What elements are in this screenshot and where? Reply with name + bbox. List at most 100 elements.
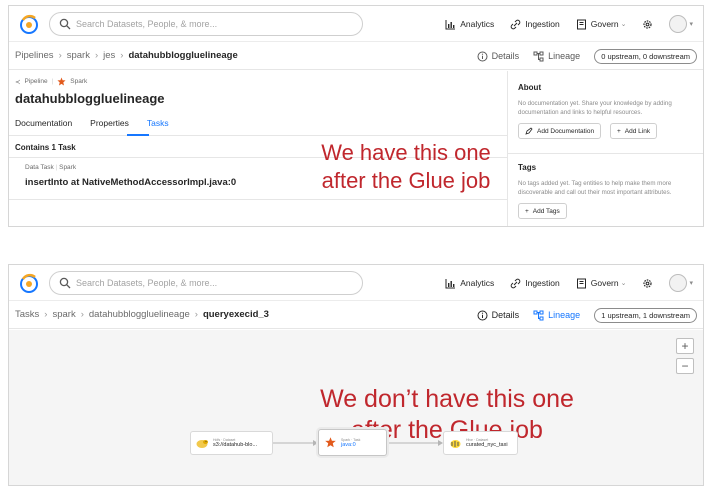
breadcrumb-item[interactable]: Pipelines (15, 50, 54, 61)
govern-menu[interactable]: Govern ⌄ (576, 19, 627, 30)
info-icon (477, 310, 488, 320)
breadcrumb: Pipelines › spark › jes › datahubbloggluelinea… (15, 50, 238, 61)
govern-label: Govern (590, 278, 619, 288)
tags-heading: Tags (518, 163, 537, 172)
zoom-out-button[interactable]: − (676, 358, 694, 374)
contains-heading: Contains 1 Task (15, 143, 76, 152)
edit-icon (525, 127, 533, 135)
lineage-canvas[interactable]: + − We don’t have this one after the Glu… (9, 330, 703, 485)
lineage-node-upstream[interactable]: Hdfs · Dataset s3://datahub-blo... (190, 431, 273, 455)
node-name: curated_nyc_taxi (466, 442, 508, 448)
stream-count-badge[interactable]: 0 upstream, 0 downstream (594, 48, 697, 64)
ingestion-link[interactable]: Ingestion (510, 19, 560, 30)
breadcrumb-item[interactable]: datahubbloggluelineage (89, 309, 190, 320)
link-icon (510, 278, 521, 288)
task-type: Data Task (25, 164, 54, 171)
lineage-icon (533, 310, 544, 320)
add-documentation-button[interactable]: Add Documentation (518, 123, 602, 139)
settings-button[interactable] (642, 278, 653, 289)
book-icon (576, 19, 586, 29)
tab-tasks[interactable]: Tasks (147, 118, 169, 128)
spark-icon (325, 437, 336, 448)
node-name: java:0 (341, 441, 356, 448)
about-heading: About (518, 83, 542, 92)
hive-bee-icon (450, 439, 461, 448)
entity-type: Pipeline (24, 78, 48, 85)
lineage-node-selected[interactable]: Spark · Task java:0 (318, 429, 387, 456)
avatar (669, 15, 688, 33)
info-icon (477, 51, 488, 61)
lineage-node-downstream[interactable]: Hive · Dataset curated_nyc_taxi (443, 431, 518, 455)
bar-chart-icon (445, 19, 456, 29)
tab-lineage[interactable]: Lineage (533, 51, 580, 62)
zoom-in-button[interactable]: + (676, 338, 694, 354)
analytics-label: Analytics (460, 278, 495, 288)
analytics-label: Analytics (460, 19, 495, 29)
gear-icon (643, 278, 653, 288)
chevron-down-icon: ▾ (689, 280, 693, 287)
add-link-label: Add Link (624, 127, 651, 135)
tab-details-label: Details (491, 51, 520, 61)
top-nav: Search Datasets, People, & more... Analy… (9, 6, 703, 42)
task-name-link[interactable]: insertInto at NativeMethodAccessorImpl.j… (25, 177, 236, 188)
datahub-logo-icon[interactable] (17, 12, 41, 36)
breadcrumb-item[interactable]: spark (67, 50, 90, 61)
divider (9, 199, 507, 200)
chevron-down-icon: ⌄ (620, 21, 627, 28)
breadcrumb-current: queryexecid_3 (202, 309, 269, 320)
analytics-link[interactable]: Analytics (445, 19, 494, 30)
search-icon (59, 277, 71, 289)
govern-label: Govern (590, 19, 619, 29)
tags-text: No tags added yet. Tag entities to help … (518, 180, 672, 196)
task-meta: Data Task | Spark (25, 164, 77, 171)
task-screenshot-panel: Search Datasets, People, & more... Analy… (8, 264, 704, 486)
ingestion-label: Ingestion (525, 19, 560, 29)
task-platform: Spark (59, 164, 77, 171)
datahub-logo-icon[interactable] (17, 271, 41, 295)
breadcrumb-item[interactable]: Tasks (15, 309, 39, 320)
tab-lineage[interactable]: Lineage (533, 310, 580, 321)
tab-details-label: Details (491, 310, 520, 320)
user-menu[interactable]: ▾ (669, 274, 693, 292)
ingestion-label: Ingestion (525, 278, 560, 288)
tab-documentation[interactable]: Documentation (15, 118, 72, 128)
lineage-icon (533, 51, 544, 61)
chevron-down-icon: ⌄ (620, 280, 627, 287)
search-input[interactable]: Search Datasets, People, & more... (49, 12, 363, 36)
add-link-button[interactable]: + Add Link (610, 123, 658, 139)
tab-lineage-label: Lineage (548, 51, 581, 61)
bar-chart-icon (445, 278, 456, 288)
govern-menu[interactable]: Govern ⌄ (576, 278, 627, 289)
divider (9, 135, 507, 136)
search-placeholder: Search Datasets, People, & more... (76, 278, 218, 288)
gear-icon (643, 19, 653, 29)
settings-button[interactable] (642, 19, 653, 30)
entity-type-line: ≺ Pipeline | Spark (15, 77, 88, 86)
tab-details[interactable]: Details (477, 51, 520, 62)
link-icon (510, 19, 521, 29)
page-title: datahubbloggluelineage (15, 91, 165, 106)
divider (508, 153, 703, 154)
add-tags-button[interactable]: + Add Tags (518, 203, 567, 219)
top-nav: Search Datasets, People, & more... Analy… (9, 265, 703, 301)
plus-icon: + (525, 207, 529, 215)
breadcrumb-item[interactable]: spark (52, 309, 75, 320)
tab-properties[interactable]: Properties (90, 118, 129, 128)
stream-count-badge[interactable]: 1 upstream, 1 downstream (594, 307, 697, 323)
add-documentation-label: Add Documentation (537, 127, 595, 135)
ingestion-link[interactable]: Ingestion (510, 278, 560, 289)
search-input[interactable]: Search Datasets, People, & more... (49, 271, 363, 295)
entity-subtabs: Documentation Properties Tasks (15, 118, 169, 128)
tab-details[interactable]: Details (477, 310, 520, 321)
avatar (669, 274, 688, 292)
analytics-link[interactable]: Analytics (445, 278, 494, 289)
breadcrumb-item[interactable]: jes (103, 50, 115, 61)
share-icon: ≺ (15, 78, 21, 86)
user-menu[interactable]: ▾ (669, 15, 693, 33)
entity-main: ≺ Pipeline | Spark datahubbloggluelineag… (9, 71, 507, 226)
hadoop-elephant-icon (196, 439, 208, 448)
breadcrumb-current: datahubbloggluelineage (128, 50, 238, 61)
platform-name: Spark (70, 78, 88, 85)
about-text: No documentation yet. Share your knowled… (518, 100, 672, 116)
add-tags-label: Add Tags (532, 207, 560, 215)
